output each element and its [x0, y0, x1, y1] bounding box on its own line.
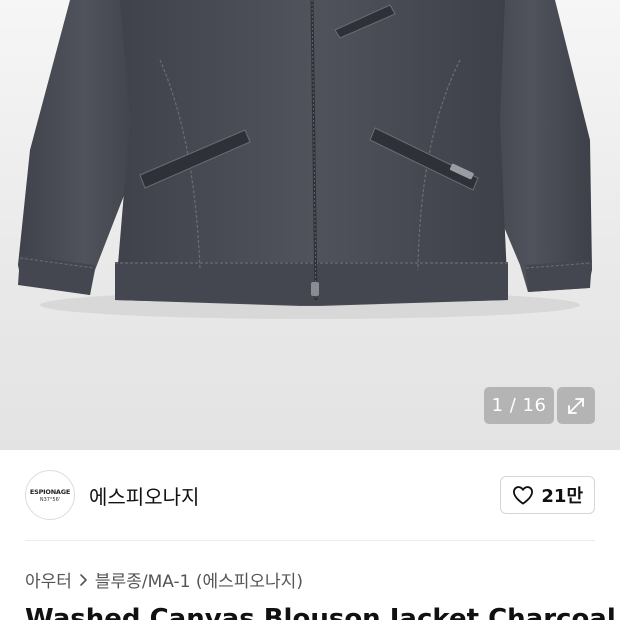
breadcrumb-item-outer[interactable]: 아우터	[25, 567, 72, 592]
image-counter: 1 / 16	[484, 387, 554, 424]
like-button[interactable]: 21만	[500, 476, 595, 514]
expand-arrows-icon	[568, 397, 584, 414]
product-image-gallery[interactable]: 1 / 16	[0, 0, 620, 450]
brand-name[interactable]: 에스피오나지	[89, 481, 199, 510]
like-count: 21만	[541, 486, 583, 507]
breadcrumb: 아우터 블루종/MA-1 (에스피오나지)	[25, 567, 303, 592]
heart-outline-icon	[513, 486, 534, 505]
brand-logo-subtext: N37°56'	[39, 496, 61, 503]
chevron-right-icon	[79, 573, 88, 587]
breadcrumb-item-category[interactable]: 블루종/MA-1 (에스피오나지)	[95, 567, 303, 592]
brand-row: ESPIONAGE N37°56' 에스피오나지 21만	[25, 468, 595, 524]
divider	[25, 540, 595, 541]
brand-logo[interactable]: ESPIONAGE N37°56'	[25, 470, 75, 520]
product-photo	[18, 0, 592, 319]
expand-button[interactable]	[557, 387, 595, 424]
product-title: Washed Canvas Blouson Jacket Charcoal N	[25, 604, 620, 620]
brand-logo-text: ESPIONAGE	[29, 487, 71, 496]
